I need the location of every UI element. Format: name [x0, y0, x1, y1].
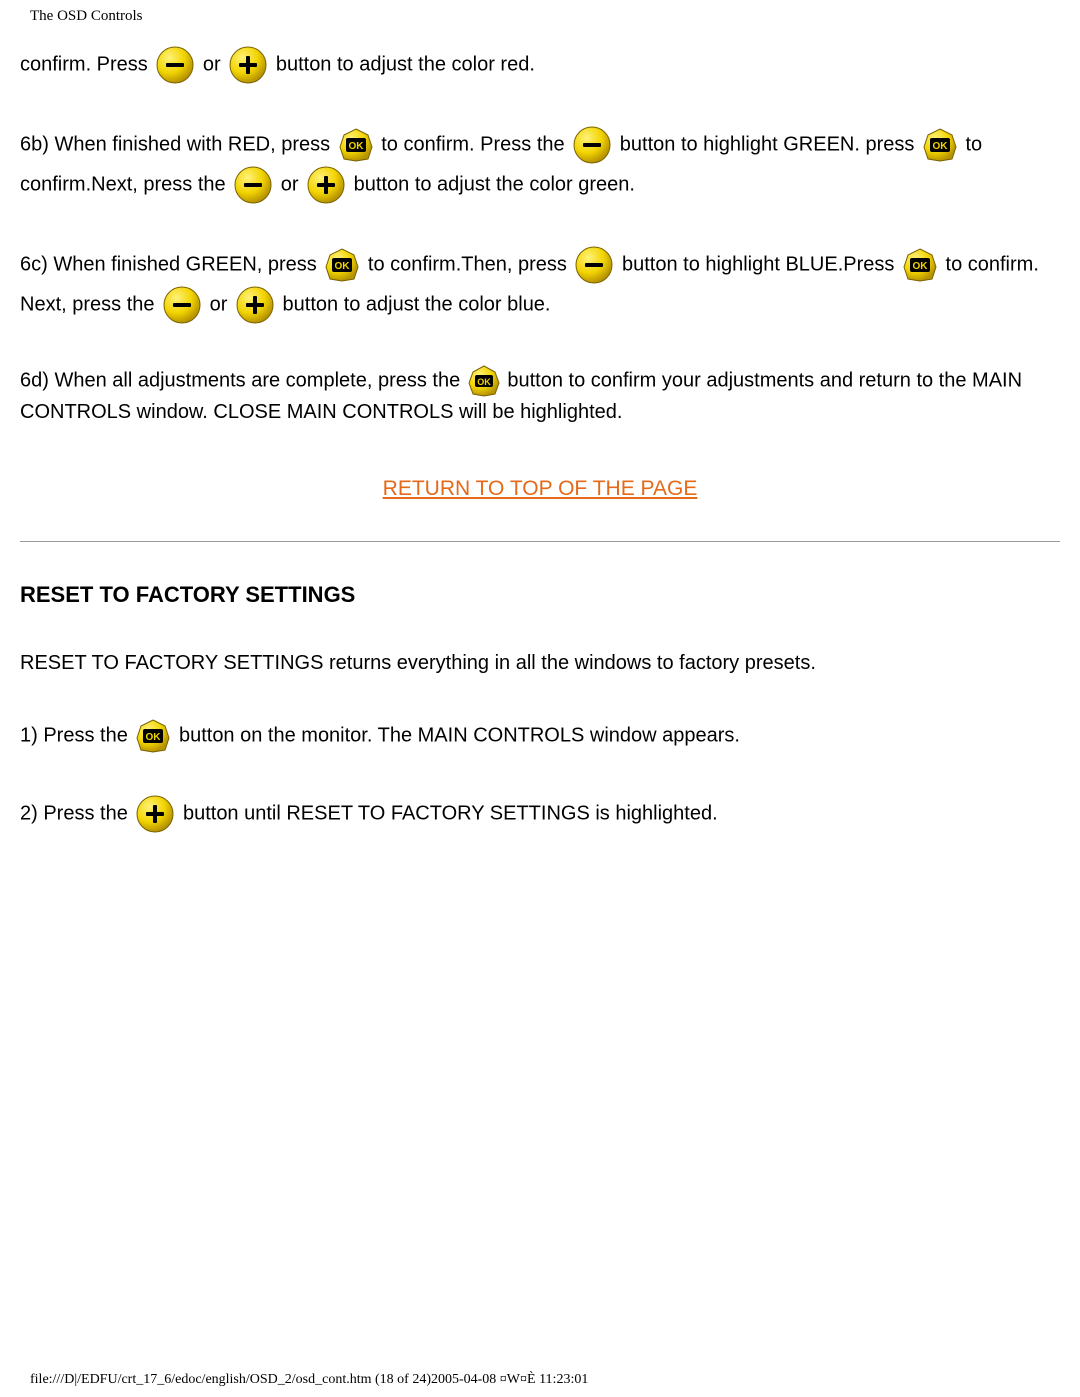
- minus-button-icon: [574, 245, 614, 285]
- plus-button-icon: [228, 45, 268, 85]
- text: button to highlight BLUE.Press: [622, 253, 900, 275]
- ok-button-icon: OK: [902, 247, 938, 283]
- text: or: [210, 293, 233, 315]
- text: 6c) When finished GREEN, press: [20, 253, 322, 275]
- page-footer: file:///D|/EDFU/crt_17_6/edoc/english/OS…: [30, 1372, 588, 1388]
- paragraph-6b: 6b) When finished with RED, press OK to …: [20, 125, 1060, 205]
- ok-button-icon: OK: [135, 718, 171, 754]
- paragraph-6a-cont: confirm. Press or button to adjust the c…: [20, 45, 1060, 85]
- minus-button-icon: [155, 45, 195, 85]
- svg-text:OK: OK: [335, 261, 351, 272]
- ok-button-icon: OK: [922, 127, 958, 163]
- text: button until RESET TO FACTORY SETTINGS i…: [183, 802, 718, 824]
- minus-button-icon: [572, 125, 612, 165]
- paragraph-6c: 6c) When finished GREEN, press OK to con…: [20, 245, 1060, 325]
- minus-button-icon: [162, 285, 202, 325]
- section-divider: [20, 541, 1060, 542]
- plus-button-icon: [235, 285, 275, 325]
- text: button to adjust the color green.: [354, 173, 635, 195]
- paragraph-step-2: 2) Press the button until RESET TO FACTO…: [20, 794, 1060, 834]
- return-link-container: RETURN TO TOP OF THE PAGE: [20, 477, 1060, 501]
- paragraph-6d: 6d) When all adjustments are complete, p…: [20, 365, 1060, 427]
- svg-text:OK: OK: [912, 261, 928, 272]
- plus-button-icon: [135, 794, 175, 834]
- svg-text:OK: OK: [477, 377, 491, 387]
- svg-text:OK: OK: [932, 141, 948, 152]
- ok-button-icon: OK: [324, 247, 360, 283]
- return-to-top-link[interactable]: RETURN TO TOP OF THE PAGE: [383, 477, 698, 500]
- ok-button-icon: OK: [338, 127, 374, 163]
- section-heading-reset: RESET TO FACTORY SETTINGS: [20, 582, 1060, 608]
- text: 6d) When all adjustments are complete, p…: [20, 369, 466, 391]
- paragraph-reset-intro: RESET TO FACTORY SETTINGS returns everyt…: [20, 648, 1060, 678]
- text: button on the monitor. The MAIN CONTROLS…: [179, 724, 740, 746]
- text: button to highlight GREEN. press: [620, 133, 920, 155]
- ok-button-icon: OK: [468, 365, 500, 397]
- text: confirm. Press: [20, 53, 153, 75]
- svg-text:OK: OK: [348, 141, 364, 152]
- main-content: confirm. Press or button to adjust the c…: [0, 25, 1080, 834]
- text: or: [203, 53, 226, 75]
- text: 1) Press the: [20, 724, 133, 746]
- text: button to adjust the color red.: [276, 53, 535, 75]
- minus-button-icon: [233, 165, 273, 205]
- text: 6b) When finished with RED, press: [20, 133, 336, 155]
- plus-button-icon: [306, 165, 346, 205]
- text: or: [281, 173, 304, 195]
- page-header: The OSD Controls: [0, 0, 1080, 25]
- paragraph-step-1: 1) Press the OK button on the monitor. T…: [20, 718, 1060, 754]
- svg-text:OK: OK: [146, 732, 162, 743]
- text: to confirm. Press the: [381, 133, 570, 155]
- text: to confirm.Then, press: [368, 253, 573, 275]
- text: 2) Press the: [20, 802, 133, 824]
- text: button to adjust the color blue.: [283, 293, 551, 315]
